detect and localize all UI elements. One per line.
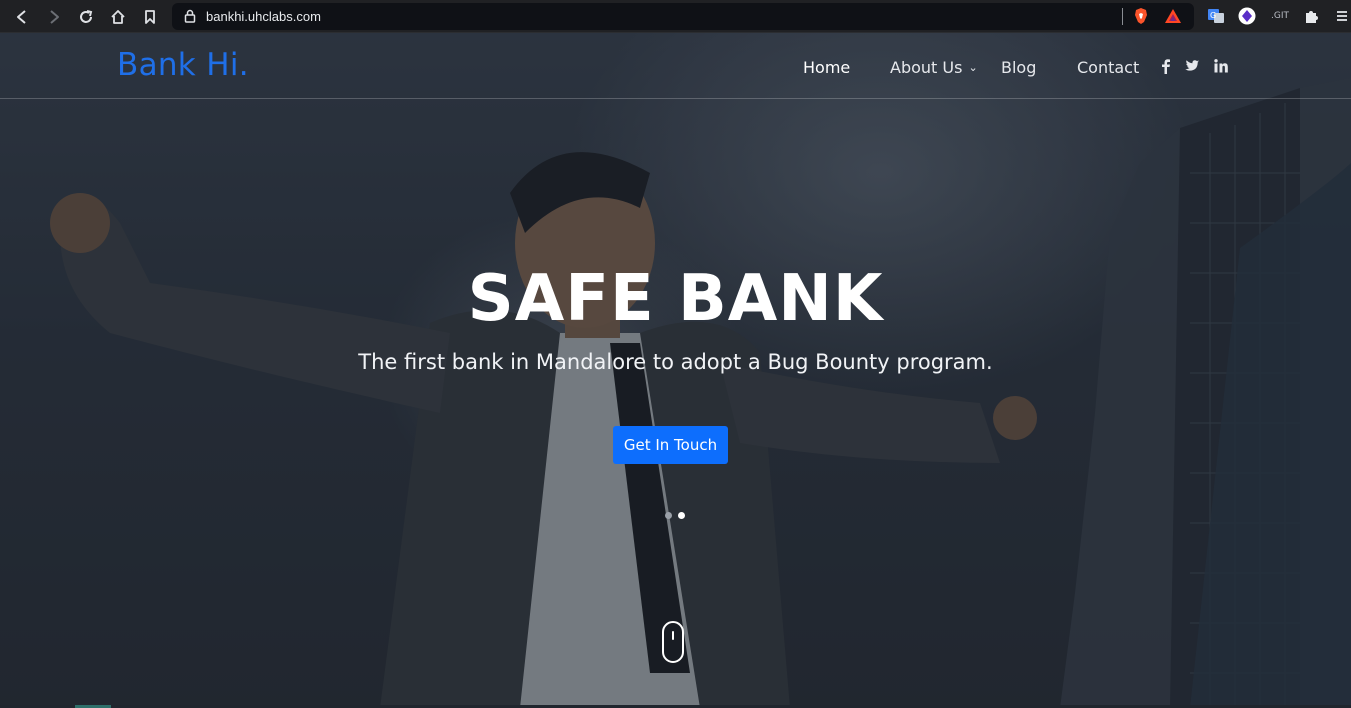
hero-subtitle: The first bank in Mandalore to adopt a B…: [358, 350, 993, 374]
translate-extension[interactable]: G: [1206, 6, 1226, 26]
nav-item-contact[interactable]: Contact: [1077, 58, 1139, 77]
browser-menu-button[interactable]: [1334, 6, 1350, 26]
facebook-link[interactable]: [1158, 58, 1174, 74]
scroll-down-mouse-icon[interactable]: [662, 621, 684, 663]
home-button[interactable]: [107, 6, 129, 28]
back-button[interactable]: [11, 6, 33, 28]
back-arrow-icon: [17, 10, 26, 24]
twitter-icon: [1185, 60, 1199, 71]
puzzle-icon: [1306, 11, 1318, 23]
menu-icon: [1337, 11, 1347, 21]
carousel-indicator-1[interactable]: [665, 512, 672, 519]
linkedin-link[interactable]: [1213, 58, 1229, 74]
svg-text:G: G: [1210, 11, 1216, 20]
home-icon: [111, 10, 125, 24]
git-icon: .GIT: [1271, 11, 1289, 21]
facebook-icon: [1162, 59, 1170, 74]
address-bar[interactable]: bankhi.uhclabs.com: [172, 3, 1194, 30]
bat-icon: [1165, 9, 1181, 23]
forward-button[interactable]: [43, 6, 65, 28]
carousel-indicator-2[interactable]: [678, 512, 685, 519]
web-page: Bank Hi. Home About Us ⌄ Blog Contact SAF…: [0, 33, 1351, 708]
brave-rewards-button[interactable]: [1163, 6, 1183, 26]
url-text[interactable]: bankhi.uhclabs.com: [206, 9, 321, 24]
extensions-button[interactable]: [1302, 6, 1322, 26]
nav-item-blog[interactable]: Blog: [1001, 58, 1036, 77]
get-in-touch-button[interactable]: Get In Touch: [613, 426, 728, 464]
brave-icon: [1135, 8, 1147, 24]
git-extension[interactable]: .GIT: [1268, 6, 1292, 26]
profile-extension[interactable]: [1237, 6, 1257, 26]
translate-icon: G: [1208, 9, 1224, 23]
site-header: Bank Hi. Home About Us ⌄ Blog Contact: [0, 33, 1351, 99]
nav-item-about-us-label: About Us: [890, 58, 963, 77]
brave-shields-button[interactable]: [1131, 6, 1151, 26]
url-divider: [1122, 8, 1123, 25]
forward-arrow-icon: [50, 10, 59, 24]
linkedin-icon: [1214, 59, 1228, 73]
twitter-link[interactable]: [1184, 58, 1200, 74]
reload-icon: [80, 10, 93, 23]
chevron-down-icon: ⌄: [968, 61, 978, 74]
bookmark-button[interactable]: [139, 6, 161, 28]
reload-button[interactable]: [75, 6, 97, 28]
browser-toolbar: bankhi.uhclabs.com G .GIT: [0, 0, 1351, 33]
mouse-wheel-indicator: [672, 631, 674, 640]
nav-item-about-us[interactable]: About Us ⌄: [890, 58, 978, 77]
hero-title: SAFE BANK: [467, 262, 884, 336]
profile-icon: [1238, 7, 1256, 25]
site-logo[interactable]: Bank Hi.: [117, 47, 249, 83]
lock-icon: [184, 9, 196, 23]
bookmark-icon: [145, 10, 155, 24]
nav-item-home[interactable]: Home: [803, 58, 850, 77]
